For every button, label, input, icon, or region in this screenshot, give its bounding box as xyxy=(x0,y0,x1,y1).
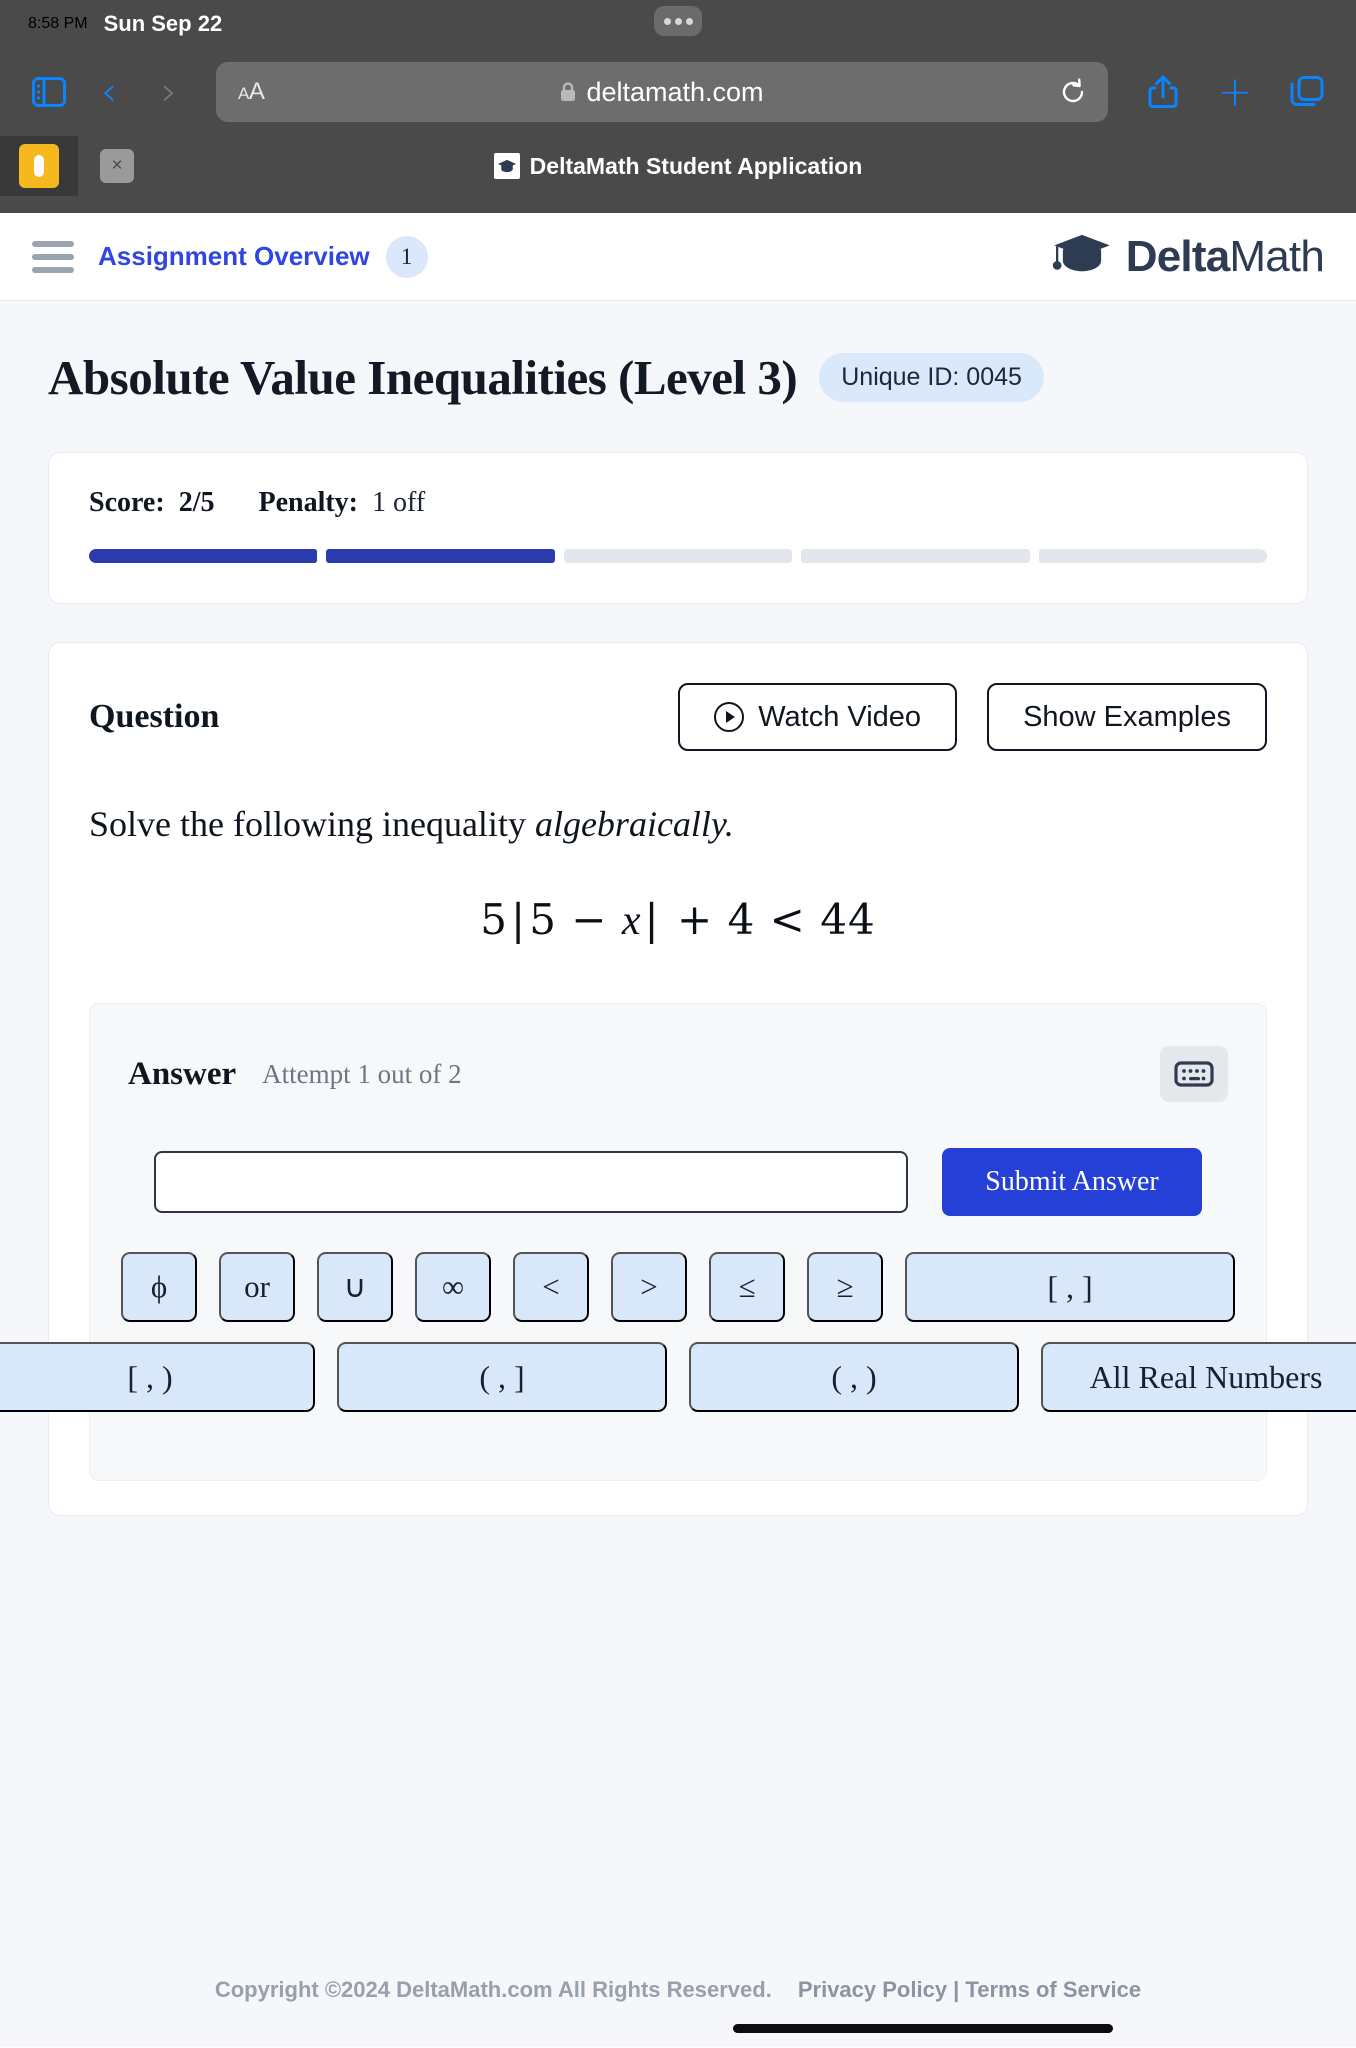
back-chevron-icon[interactable]: ‹ xyxy=(82,65,136,119)
footer-links[interactable]: Privacy Policy | Terms of Service xyxy=(798,1977,1141,2003)
math-rhs: 44 xyxy=(820,895,876,944)
progress-segment xyxy=(89,549,318,563)
share-icon[interactable] xyxy=(1136,65,1190,119)
progress-segment xyxy=(801,549,1030,563)
brand-math: Math xyxy=(1229,231,1324,281)
symbol-button[interactable]: ∞ xyxy=(415,1252,491,1322)
symbol-button[interactable]: ( , ) xyxy=(689,1342,1019,1412)
math-addend: 4 xyxy=(727,895,756,944)
math-coefficient: 5 xyxy=(480,895,509,944)
math-open-bar: | xyxy=(511,895,527,944)
prompt-plain: Solve the following inequality xyxy=(89,804,535,844)
status-bar: 8:58 PM Sun Sep 22 xyxy=(0,0,1356,48)
watch-video-label: Watch Video xyxy=(758,700,922,733)
watch-video-button[interactable]: Watch Video xyxy=(678,683,958,751)
symbol-button[interactable]: ∪ xyxy=(317,1252,393,1322)
score-card: Score: 2/5 Penalty: 1 off xyxy=(48,452,1308,604)
show-examples-label: Show Examples xyxy=(1023,700,1231,733)
penalty-label: Penalty: xyxy=(258,487,358,518)
symbol-button[interactable]: All Real Numbers xyxy=(1041,1342,1356,1412)
symbol-button[interactable]: [ , ) xyxy=(0,1342,315,1412)
progress-segment xyxy=(563,549,793,563)
symbol-button[interactable]: ϕ xyxy=(121,1252,197,1322)
symbol-button[interactable]: [ , ] xyxy=(905,1252,1235,1322)
answer-input[interactable] xyxy=(154,1151,908,1213)
app-header: Assignment Overview 1 DeltaMath xyxy=(0,213,1356,301)
browser-toolbar: ‹ › AA deltamath.com + xyxy=(0,48,1356,136)
answer-header: Answer Attempt 1 out of 2 xyxy=(128,1046,1228,1102)
question-prompt: Solve the following inequality algebraic… xyxy=(81,803,1275,845)
math-inner-left: 5 xyxy=(529,895,557,944)
math-variable: x xyxy=(621,898,642,944)
status-date: Sun Sep 22 xyxy=(103,11,223,36)
progress-segment xyxy=(326,549,555,563)
score-value: 2/5 xyxy=(178,487,215,518)
tab-bar: × DeltaMath Student Application xyxy=(0,136,1356,196)
plus-icon[interactable]: + xyxy=(1208,65,1262,119)
active-tab[interactable]: DeltaMath Student Application xyxy=(0,136,1356,196)
play-icon xyxy=(714,702,745,732)
math-relation: < xyxy=(769,895,806,944)
symbol-button[interactable]: > xyxy=(611,1252,687,1322)
brand-delta: Delta xyxy=(1125,231,1230,281)
penalty-value: 1 off xyxy=(372,487,426,518)
question-expression: 5|5 − x| + 4 < 44 xyxy=(81,895,1275,945)
tabs-icon[interactable] xyxy=(1280,65,1334,119)
submit-answer-button[interactable]: Submit Answer xyxy=(942,1148,1202,1216)
attempt-counter: Attempt 1 out of 2 xyxy=(262,1058,462,1089)
math-plus: + xyxy=(677,895,714,944)
lock-icon xyxy=(560,82,576,102)
show-examples-button[interactable]: Show Examples xyxy=(987,683,1267,751)
score-label: Score: xyxy=(89,487,165,518)
page-body: Absolute Value Inequalities (Level 3) Un… xyxy=(0,301,1356,2047)
brand-text: DeltaMath xyxy=(1125,231,1325,282)
progress-bar xyxy=(89,549,1268,563)
status-time: 8:58 PM xyxy=(28,15,88,32)
symbol-button[interactable]: or xyxy=(219,1252,295,1322)
keyboard-icon[interactable] xyxy=(1160,1046,1228,1102)
question-card: Question Watch Video Show Examples Solve… xyxy=(0,642,1356,1516)
assignment-count-badge: 1 xyxy=(385,235,428,278)
prompt-italic: algebraically. xyxy=(534,804,734,844)
sidebar-icon[interactable] xyxy=(22,65,76,119)
home-indicator xyxy=(733,2024,1113,2033)
answer-panel: Answer Attempt 1 out of 2 Submit Answer … xyxy=(0,1003,1356,1481)
forward-chevron-icon[interactable]: › xyxy=(142,65,196,119)
symbol-row-2: [ , ) ( , ] ( , ) All Real Numbers xyxy=(0,1342,1356,1412)
symbol-keypad: ϕ or ∪ ∞ < > ≤ ≥ [ , ] [ , ) ( , ] ( , ) All Real N… xyxy=(0,1252,1356,1412)
symbol-button[interactable]: ( , ] xyxy=(337,1342,667,1412)
symbol-button[interactable]: ≤ xyxy=(709,1252,785,1322)
text-size-button[interactable]: AA xyxy=(238,78,265,106)
url-text: deltamath.com xyxy=(586,76,764,107)
score-line: Score: 2/5 Penalty: 1 off xyxy=(89,487,1267,519)
unique-id-badge: Unique ID: 0045 xyxy=(819,353,1044,402)
progress-segment xyxy=(1038,549,1268,563)
footer-copyright: Copyright ©2024 DeltaMath.com All Rights… xyxy=(214,1977,772,2002)
address-bar[interactable]: AA deltamath.com xyxy=(216,62,1108,122)
question-header: Question Watch Video Show Examples xyxy=(81,683,1275,751)
symbol-row-1: ϕ or ∪ ∞ < > ≤ ≥ [ , ] xyxy=(121,1252,1235,1322)
page-title-row: Absolute Value Inequalities (Level 3) Un… xyxy=(0,301,1356,406)
question-actions: Watch Video Show Examples xyxy=(678,683,1267,751)
page-title: Absolute Value Inequalities (Level 3) xyxy=(48,350,798,405)
symbol-button[interactable]: ≥ xyxy=(807,1252,883,1322)
browser-chrome: 8:58 PM Sun Sep 22 ‹ › AA deltamath.com … xyxy=(0,0,1356,213)
menu-icon[interactable] xyxy=(32,240,74,273)
symbol-button[interactable]: < xyxy=(513,1252,589,1322)
favicon-graduation-cap-icon xyxy=(493,153,520,179)
reload-icon[interactable] xyxy=(1060,78,1086,106)
tab-title: DeltaMath Student Application xyxy=(529,152,863,179)
answer-label: Answer xyxy=(128,1055,237,1092)
dynamic-island-indicator xyxy=(654,6,702,36)
footer: Copyright ©2024 DeltaMath.com All Rights… xyxy=(0,1977,1356,2003)
deltamath-logo: DeltaMath xyxy=(1052,231,1325,282)
graduation-cap-icon xyxy=(1052,232,1112,281)
assignment-overview-link[interactable]: Assignment Overview xyxy=(98,241,370,272)
question-label: Question xyxy=(89,698,220,735)
math-minus: − xyxy=(571,895,608,944)
answer-input-row: Submit Answer xyxy=(128,1148,1228,1216)
math-close-bar: | xyxy=(644,895,660,944)
